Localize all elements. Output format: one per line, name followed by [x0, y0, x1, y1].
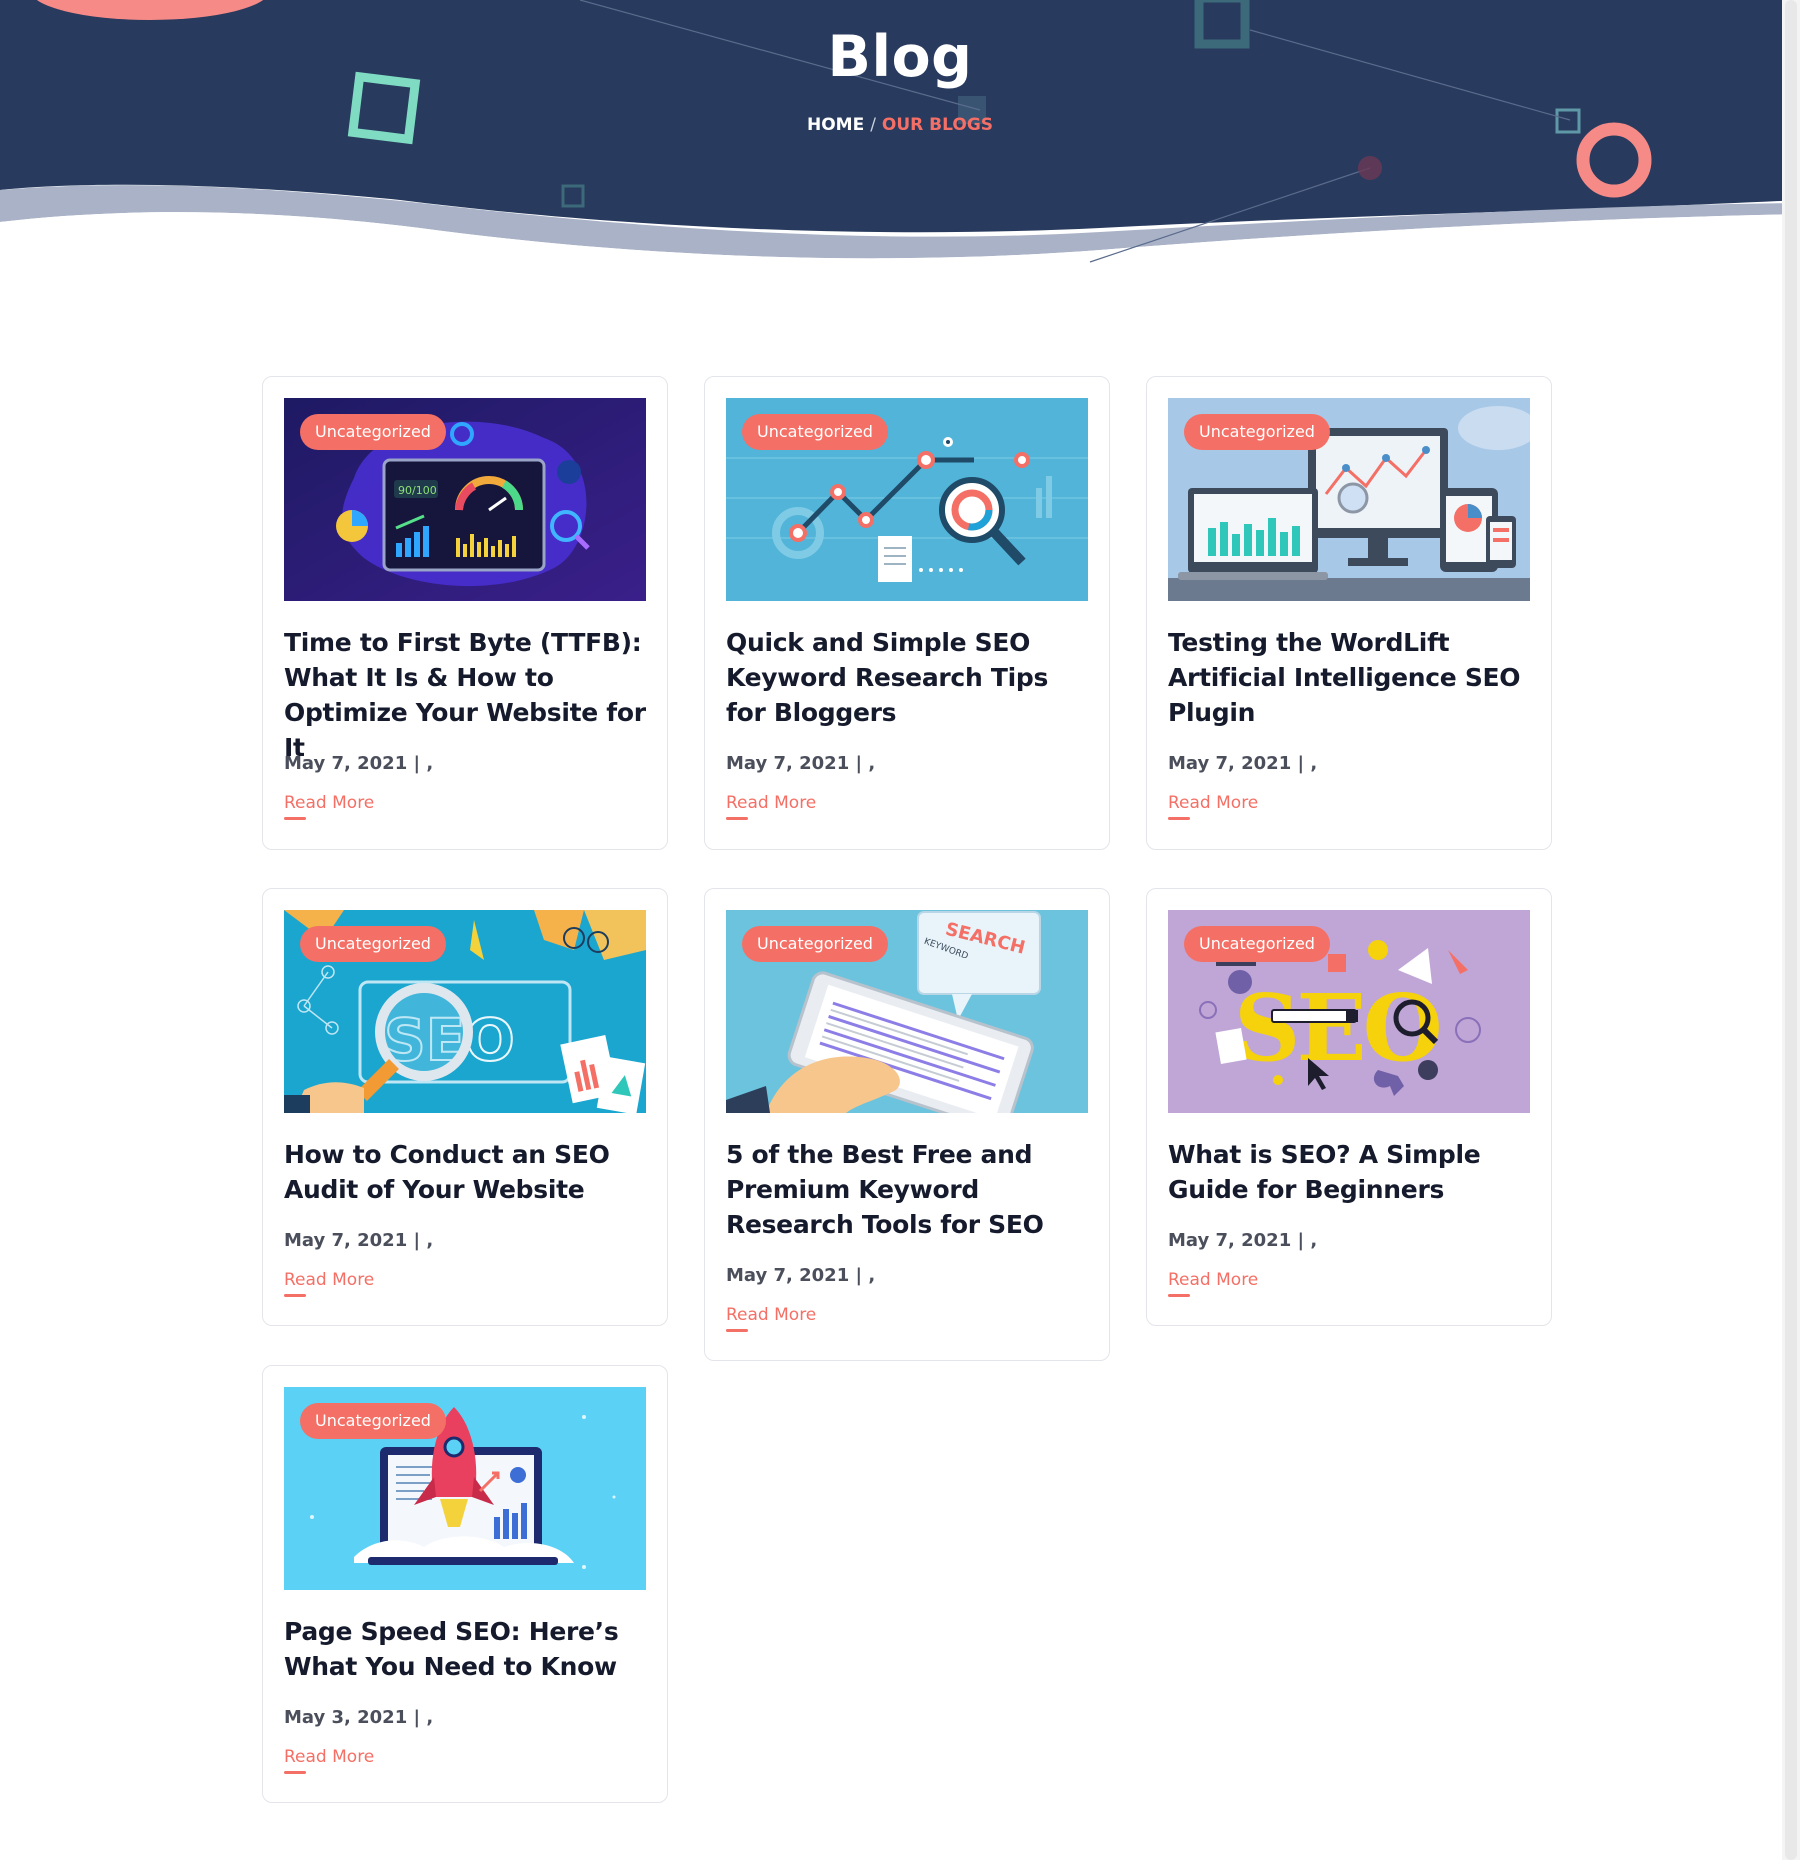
page-title: Blog	[827, 24, 973, 90]
post-title[interactable]: Quick and Simple SEO Keyword Research Ti…	[726, 625, 1091, 730]
category-badge[interactable]: Uncategorized	[300, 1403, 446, 1439]
post-meta: May 7, 2021 | ,	[726, 1265, 876, 1286]
read-more-link[interactable]: Read More	[726, 1305, 816, 1332]
read-more-link[interactable]: Read More	[1168, 793, 1258, 820]
read-more-link[interactable]: Read More	[284, 793, 374, 820]
blog-card: SEO Uncategorized What is SEO? A Simple …	[1146, 888, 1552, 1326]
scrollbar-thumb[interactable]	[1785, 0, 1797, 1860]
breadcrumb-separator: /	[870, 115, 876, 135]
post-title[interactable]: 5 of the Best Free and Premium Keyword R…	[726, 1137, 1091, 1242]
post-title[interactable]: Page Speed SEO: Here’s What You Need to …	[284, 1614, 649, 1684]
post-meta: May 7, 2021 | ,	[284, 1230, 434, 1251]
read-more-link[interactable]: Read More	[284, 1747, 374, 1774]
category-badge[interactable]: Uncategorized	[1184, 414, 1330, 450]
blog-card: SEO Uncategorized How to Conduct an SEO …	[262, 888, 668, 1326]
post-title[interactable]: How to Conduct an SEO Audit of Your Webs…	[284, 1137, 649, 1207]
post-meta: May 7, 2021 | ,	[726, 753, 876, 774]
read-more-link[interactable]: Read More	[726, 793, 816, 820]
read-more-link[interactable]: Read More	[284, 1270, 374, 1297]
blog-card: Uncategorized Testing the WordLift Artif…	[1146, 376, 1552, 850]
category-badge[interactable]: Uncategorized	[1184, 926, 1330, 962]
post-thumbnail-link[interactable]: Uncategorized	[726, 398, 1088, 601]
post-meta: May 3, 2021 | ,	[284, 1707, 434, 1728]
post-title[interactable]: Testing the WordLift Artificial Intellig…	[1168, 625, 1533, 730]
breadcrumb-home-link[interactable]: HOME	[807, 115, 864, 135]
post-meta: May 7, 2021 | ,	[284, 753, 434, 774]
svg-text:90/100: 90/100	[398, 484, 437, 497]
page-scrollbar[interactable]	[1782, 0, 1800, 1860]
read-more-link[interactable]: Read More	[1168, 1270, 1258, 1297]
post-thumbnail-link[interactable]: SEO Uncategorized	[284, 910, 646, 1113]
post-meta: May 7, 2021 | ,	[1168, 1230, 1318, 1251]
post-thumbnail-link[interactable]: SEARCH KEYWORD Uncategorized	[726, 910, 1088, 1113]
post-thumbnail-link[interactable]: Uncategorized	[1168, 398, 1530, 601]
category-badge[interactable]: Uncategorized	[742, 414, 888, 450]
blog-card: 90/100 Uncategorized Time to First Byte …	[262, 376, 668, 850]
post-thumbnail-link[interactable]: 90/100 Uncategorized	[284, 398, 646, 601]
post-title[interactable]: What is SEO? A Simple Guide for Beginner…	[1168, 1137, 1533, 1207]
breadcrumb-current: OUR BLOGS	[881, 115, 994, 135]
blog-card: SEARCH KEYWORD Uncategorized 5 of the Be…	[704, 888, 1110, 1361]
category-badge[interactable]: Uncategorized	[300, 926, 446, 962]
post-meta: May 7, 2021 | ,	[1168, 753, 1318, 774]
post-thumbnail-link[interactable]: Uncategorized	[284, 1387, 646, 1590]
breadcrumb: HOME / OUR BLOGS	[0, 115, 1800, 135]
post-thumbnail-link[interactable]: SEO Uncategorized	[1168, 910, 1530, 1113]
svg-text:SEO: SEO	[1234, 974, 1440, 1082]
page-hero: Blog HOME / OUR BLOGS	[0, 0, 1800, 270]
post-title[interactable]: Time to First Byte (TTFB): What It Is & …	[284, 625, 649, 765]
category-badge[interactable]: Uncategorized	[300, 414, 446, 450]
blog-card: Uncategorized Page Speed SEO: Here’s Wha…	[262, 1365, 668, 1803]
blog-card: Uncategorized Quick and Simple SEO Keywo…	[704, 376, 1110, 850]
category-badge[interactable]: Uncategorized	[742, 926, 888, 962]
